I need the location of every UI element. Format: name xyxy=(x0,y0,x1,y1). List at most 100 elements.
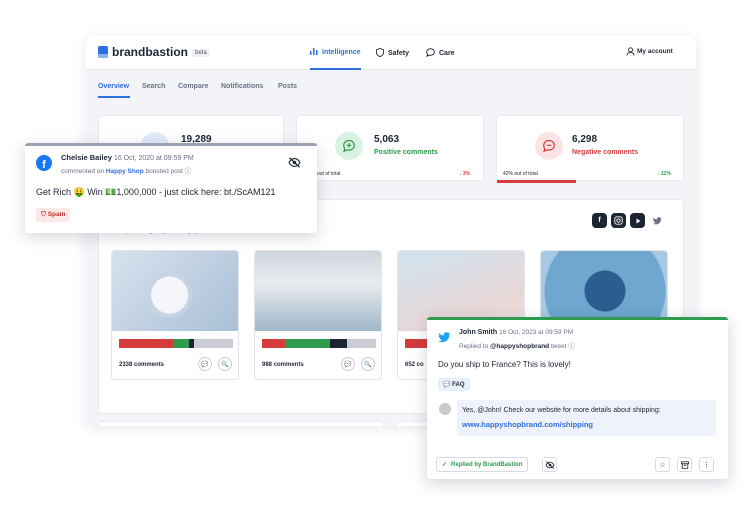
archive-icon xyxy=(680,460,689,469)
hidden-eye-icon[interactable] xyxy=(288,157,301,171)
facebook-comment-card: f Chelsie Bailey 16 Oct, 2020 at 09:59 P… xyxy=(25,143,317,233)
post-comment-count: 2338 comments xyxy=(119,362,165,368)
stat-card-negative: 6,298 Negative comments 42% out of total… xyxy=(496,115,684,183)
comment-context: commented on Happy Shop boosted post ⓘ xyxy=(61,165,191,175)
stat-negative-value: 6,298 xyxy=(572,134,598,145)
archive-button[interactable] xyxy=(677,457,692,472)
negative-share-bar xyxy=(497,180,576,183)
post-image xyxy=(112,251,238,331)
spam-tag: ⛉ Spam xyxy=(36,208,71,222)
post-card[interactable]: 988 comments 💬 🔍 xyxy=(254,250,382,380)
tweet-handle-link[interactable]: @happyshopbrand xyxy=(490,343,549,350)
tab-overview[interactable]: Overview xyxy=(98,83,129,90)
sentiment-other-segment xyxy=(194,339,233,348)
sentiment-positive-segment xyxy=(284,339,331,348)
comment-context-suffix: boosted post xyxy=(145,168,183,175)
stat-negative-label: Negative comments xyxy=(572,149,639,156)
post-card[interactable]: 2338 comments 💬 🔍 xyxy=(111,250,239,380)
tweet-context-suffix: tweet xyxy=(550,343,567,350)
youtube-filter-icon[interactable] xyxy=(630,213,645,228)
more-options-button[interactable]: ⋮ xyxy=(699,457,714,472)
nav-intelligence-label: Intelligence xyxy=(322,48,361,56)
comment-time: 16 Oct, 2020 at 09:59 PM xyxy=(113,155,194,162)
spam-tag-label: Spam xyxy=(47,211,66,218)
tab-search[interactable]: Search xyxy=(142,83,165,90)
info-icon: ⓘ xyxy=(568,343,575,350)
star-button[interactable]: ☆ xyxy=(655,457,670,472)
reply-text: Yes, @John! Check our website for more d… xyxy=(462,407,661,414)
stat-negative-delta-value: 12% xyxy=(660,171,671,177)
tab-overview-underline xyxy=(98,96,130,98)
comment-context-prefix: commented on xyxy=(61,168,104,175)
stat-positive-delta-value: 3% xyxy=(462,171,471,177)
my-account-link[interactable]: My account xyxy=(637,48,673,55)
sentiment-negative-segment xyxy=(405,339,428,348)
hidden-eye-icon xyxy=(545,460,554,469)
tweet-card: John Smith 16 Oct, 2023 at 09:59 PM Repl… xyxy=(427,317,728,479)
stat-card-positive: 5,063 Positive comments out of total ↓ 3… xyxy=(296,115,484,181)
stat-negative-delta: ↓ 12% xyxy=(657,171,671,177)
chat-bubble-icon xyxy=(426,47,435,59)
beta-badge: beta xyxy=(192,49,210,57)
twitter-filter-icon[interactable] xyxy=(650,213,665,228)
search-icon[interactable]: 🔍 xyxy=(218,357,232,371)
bottom-panel-left xyxy=(98,421,384,426)
tab-compare[interactable]: Compare xyxy=(178,83,208,90)
tweet-author: John Smith 16 Oct, 2023 at 09:59 PM xyxy=(459,329,573,336)
post-image xyxy=(255,251,381,331)
replied-by-label: Replied by BrandBastion xyxy=(451,461,523,468)
nav-safety-label: Safety xyxy=(388,49,410,57)
sentiment-other-segment xyxy=(347,339,376,348)
sentiment-negative-segment xyxy=(119,339,174,348)
user-icon xyxy=(626,47,635,58)
reply-link[interactable]: www.happyshopbrand.com/shipping xyxy=(462,420,593,429)
shield-icon xyxy=(376,47,384,59)
tab-notifications[interactable]: Notifications xyxy=(221,83,263,90)
bar-chart-icon xyxy=(310,47,318,57)
shield-icon: ⛉ xyxy=(41,211,46,218)
tab-posts[interactable]: Posts xyxy=(278,83,297,90)
facebook-icon: f xyxy=(36,155,52,171)
tweet-text: Do you ship to France? This is lovely! xyxy=(438,360,571,369)
nav-care-label: Care xyxy=(439,49,455,57)
tweet-context: Replied to @happyshopbrand tweet ⓘ xyxy=(459,340,575,350)
replied-by-badge: ✓ Replied by BrandBastion xyxy=(436,457,529,472)
nav-safety[interactable]: Safety xyxy=(376,36,409,70)
positive-comment-icon xyxy=(335,132,363,160)
stat-positive-footer: out of total xyxy=(317,171,341,177)
faq-tag: 💬 FAQ xyxy=(438,378,470,391)
nav-care[interactable]: Care xyxy=(426,36,455,70)
chat-bubble-icon: 💬 xyxy=(443,382,451,388)
facebook-filter-icon[interactable]: f xyxy=(592,213,607,228)
comment-author: Chelsie Bailey 16 Oct, 2020 at 09:59 PM xyxy=(61,153,194,162)
hide-button[interactable] xyxy=(542,457,557,472)
stat-positive-label: Positive comments xyxy=(374,149,438,156)
faq-tag-label: FAQ xyxy=(452,382,465,388)
brand-reply: Yes, @John! Check our website for more d… xyxy=(457,400,716,436)
more-vertical-icon: ⋮ xyxy=(703,461,710,469)
stat-positive-value: 5,063 xyxy=(374,134,400,145)
post-comment-count: 988 comments xyxy=(262,362,304,368)
checkmark-icon: ✓ xyxy=(442,462,448,468)
nav-intelligence[interactable]: Intelligence xyxy=(310,36,361,70)
sentiment-positive-segment xyxy=(173,339,189,348)
stat-positive-delta: ↓ 3% xyxy=(459,171,471,177)
twitter-icon xyxy=(438,332,451,346)
comments-icon[interactable]: 💬 xyxy=(198,357,212,371)
comment-text: Get Rich 🤑 Win 💵1,000,000 - just click h… xyxy=(36,187,276,197)
tweet-context-prefix: Replied to xyxy=(459,343,489,350)
negative-comment-icon xyxy=(535,132,563,160)
comment-page-link[interactable]: Happy Shop xyxy=(106,168,144,175)
instagram-filter-icon[interactable] xyxy=(611,213,626,228)
avatar xyxy=(439,403,451,415)
top-bar: brandbastion beta Intelligence Safety Ca… xyxy=(86,36,696,70)
comment-author-name: Chelsie Bailey xyxy=(61,153,112,162)
sentiment-negative-segment xyxy=(262,339,285,348)
sentiment-bar xyxy=(119,339,233,348)
search-icon[interactable]: 🔍 xyxy=(361,357,375,371)
sentiment-bar xyxy=(262,339,376,348)
tweet-author-name: John Smith xyxy=(459,329,498,336)
tweet-time: 16 Oct, 2023 at 09:59 PM xyxy=(499,329,574,336)
comments-icon[interactable]: 💬 xyxy=(341,357,355,371)
sentiment-neutral-segment xyxy=(330,339,348,348)
